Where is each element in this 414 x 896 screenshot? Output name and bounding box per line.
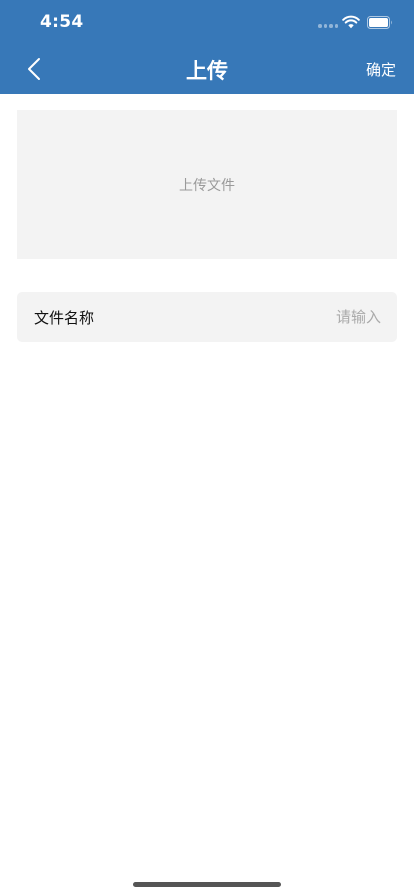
file-name-label: 文件名称 xyxy=(34,309,95,327)
battery-icon xyxy=(367,16,392,29)
confirm-button[interactable]: 确定 xyxy=(366,59,396,80)
page-title: 上传 xyxy=(186,59,228,83)
wifi-icon xyxy=(342,15,360,29)
file-name-input[interactable] xyxy=(181,304,381,330)
chevron-left-icon xyxy=(28,58,40,80)
upload-screen: 4:54 上传 确定 上传文件 文件名称 xyxy=(0,0,414,896)
status-time: 4:54 xyxy=(40,12,84,32)
home-indicator xyxy=(133,882,281,887)
cellular-signal-icon xyxy=(318,24,338,28)
file-name-field: 文件名称 xyxy=(17,292,397,342)
back-button[interactable] xyxy=(18,52,50,86)
top-bar: 4:54 上传 确定 xyxy=(0,0,414,94)
upload-file-area[interactable]: 上传文件 xyxy=(17,110,397,259)
upload-file-label: 上传文件 xyxy=(179,177,235,194)
